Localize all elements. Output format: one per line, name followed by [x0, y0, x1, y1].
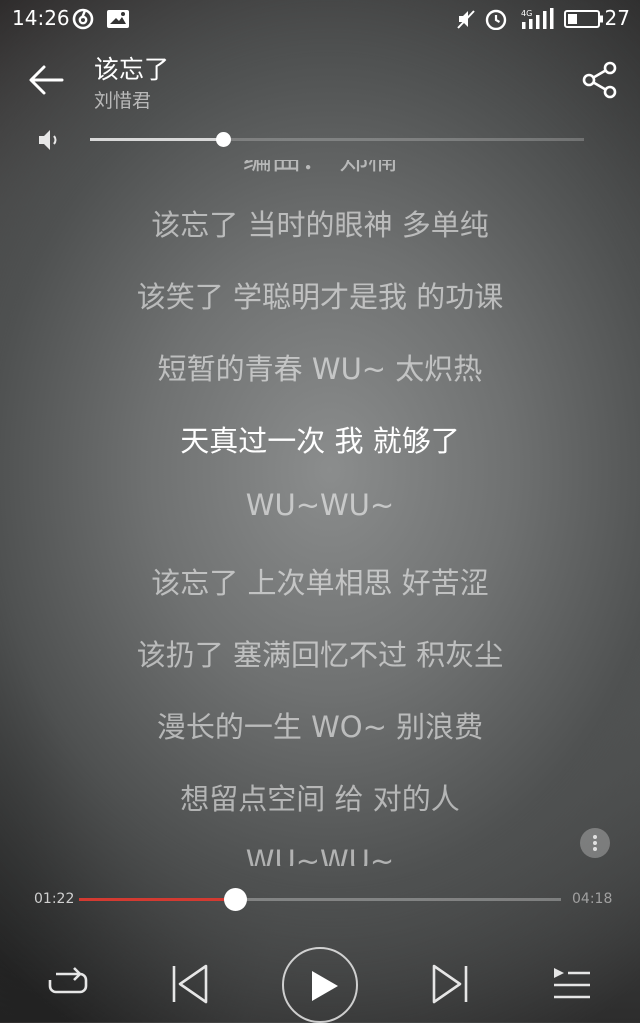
svg-text:4G: 4G	[521, 9, 532, 18]
song-artist[interactable]: 刘惜君	[94, 86, 151, 113]
progress-slider-thumb[interactable]	[224, 888, 248, 911]
elapsed-time: 01:22	[34, 891, 75, 907]
player-header: 该忘了 刘惜君	[0, 40, 640, 120]
more-dot-icon	[593, 835, 597, 839]
play-button[interactable]	[282, 947, 358, 1023]
lyric-line: 该笑了 学聪明才是我 的功课	[136, 280, 504, 314]
progress-slider-fill	[79, 898, 236, 901]
netease-music-icon	[72, 8, 94, 30]
playback-progress: 01:22 04:18	[0, 880, 640, 920]
status-time: 14:26	[12, 6, 70, 30]
lyric-line: 该忘了 当时的眼神 多单纯	[151, 208, 489, 242]
back-arrow-icon[interactable]	[26, 60, 66, 100]
more-dot-icon	[593, 841, 597, 845]
battery-percent: 27	[604, 6, 630, 30]
song-title: 该忘了	[94, 55, 170, 84]
repeat-icon[interactable]	[46, 962, 90, 1002]
lyric-line: 漫长的一生 WO~ 别浪费	[156, 710, 484, 744]
lyric-line-current: 天真过一次 我 就够了	[180, 424, 460, 458]
volume-control	[0, 120, 640, 160]
alarm-icon	[485, 9, 507, 30]
progress-slider[interactable]	[79, 888, 561, 911]
lyrics-view[interactable]: 编曲： 郑楠 该忘了 当时的眼神 多单纯 该笑了 学聪明才是我 的功课 短暂的青…	[0, 160, 640, 866]
playlist-icon[interactable]	[552, 966, 592, 1002]
status-bar: 14:26 4G 27	[0, 0, 640, 38]
lyric-line: WU~WU~	[245, 844, 395, 866]
skip-previous-icon[interactable]	[168, 962, 212, 1006]
volume-slider-thumb[interactable]	[216, 132, 232, 147]
image-notification-icon	[107, 10, 129, 28]
lyric-line: 该忘了 上次单相思 好苦涩	[151, 566, 489, 600]
play-icon	[312, 971, 338, 1001]
volume-slider-fill	[90, 138, 224, 141]
lyric-line: WU~WU~	[245, 488, 395, 522]
lyric-line: 编曲： 郑楠	[0, 160, 640, 178]
volume-icon[interactable]	[36, 126, 64, 154]
more-dot-icon	[593, 847, 597, 851]
skip-next-icon[interactable]	[428, 962, 472, 1006]
lyric-line: 想留点空间 给 对的人	[180, 782, 460, 816]
playback-controls	[0, 940, 640, 1023]
total-time: 04:18	[572, 891, 613, 907]
more-options-button[interactable]	[580, 828, 610, 858]
lyric-line: 短暂的青春 WU~ 太炽热	[157, 352, 483, 386]
volume-slider[interactable]	[90, 132, 584, 147]
signal-4g-icon: 4G	[521, 8, 554, 29]
mute-icon	[457, 10, 475, 29]
share-icon[interactable]	[580, 60, 620, 100]
battery-icon	[564, 10, 603, 28]
lyric-line: 该扔了 塞满回忆不过 积灰尘	[136, 638, 504, 672]
